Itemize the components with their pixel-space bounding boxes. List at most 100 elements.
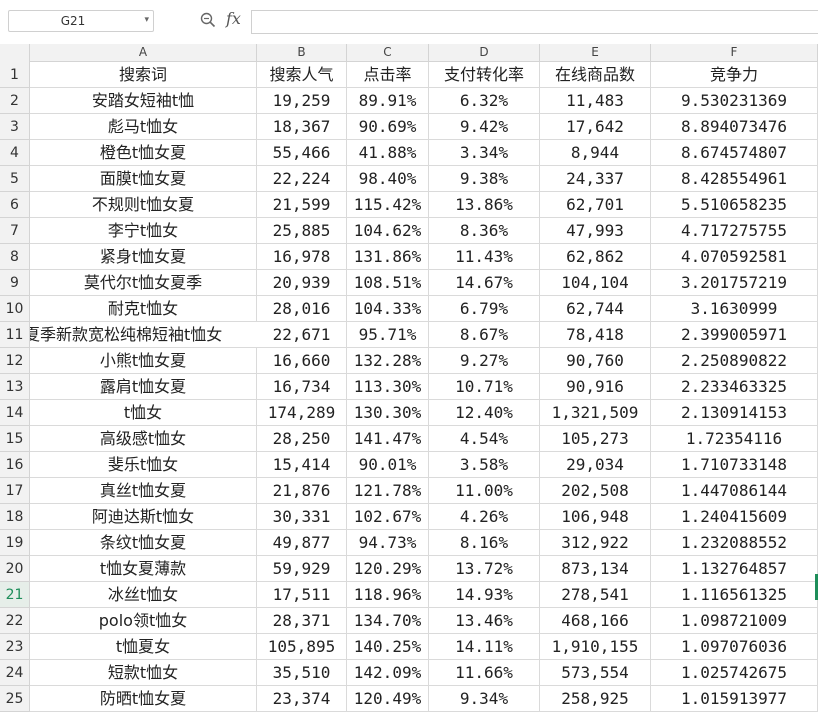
table-cell[interactable]: 莫代尔t恤女夏季 [30, 270, 257, 296]
header-cell[interactable]: 在线商品数 [540, 62, 651, 88]
table-cell[interactable]: 140.25% [347, 634, 429, 660]
table-cell[interactable]: 134.70% [347, 608, 429, 634]
table-cell[interactable]: 15,414 [257, 452, 347, 478]
table-cell[interactable]: 2.399005971 [651, 322, 818, 348]
table-cell[interactable]: 113.30% [347, 374, 429, 400]
table-cell[interactable]: 9.530231369 [651, 88, 818, 114]
select-all-corner[interactable] [0, 44, 30, 62]
table-cell[interactable]: 4.717275755 [651, 218, 818, 244]
table-cell[interactable]: 3.58% [429, 452, 540, 478]
table-cell[interactable]: 不规则t恤女夏 [30, 192, 257, 218]
row-header[interactable]: 24 [0, 660, 30, 686]
column-header-c[interactable]: C [347, 44, 429, 61]
table-cell[interactable]: polo领t恤女 [30, 608, 257, 634]
table-cell[interactable]: 13.86% [429, 192, 540, 218]
table-cell[interactable]: t恤夏女 [30, 634, 257, 660]
row-header[interactable]: 22 [0, 608, 30, 634]
table-cell[interactable]: 3.1630999 [651, 296, 818, 322]
table-cell[interactable]: 1.025742675 [651, 660, 818, 686]
header-cell[interactable]: 搜索词 [30, 62, 257, 88]
table-cell[interactable]: 18,367 [257, 114, 347, 140]
table-cell[interactable]: 28,250 [257, 426, 347, 452]
table-cell[interactable]: 30,331 [257, 504, 347, 530]
table-cell[interactable]: 105,273 [540, 426, 651, 452]
table-cell[interactable]: 104.62% [347, 218, 429, 244]
row-header[interactable]: 25 [0, 686, 30, 712]
table-cell[interactable]: 131.86% [347, 244, 429, 270]
table-cell[interactable]: 彪马t恤女 [30, 114, 257, 140]
table-cell[interactable]: 11.43% [429, 244, 540, 270]
table-cell[interactable]: 1.72354116 [651, 426, 818, 452]
table-cell[interactable]: 9.42% [429, 114, 540, 140]
table-cell[interactable]: 20,939 [257, 270, 347, 296]
table-cell[interactable]: 106,948 [540, 504, 651, 530]
table-cell[interactable]: 13.46% [429, 608, 540, 634]
table-cell[interactable]: 1.132764857 [651, 556, 818, 582]
row-header[interactable]: 14 [0, 400, 30, 426]
header-cell[interactable]: 点击率 [347, 62, 429, 88]
table-cell[interactable]: 104.33% [347, 296, 429, 322]
table-cell[interactable]: 258,925 [540, 686, 651, 712]
table-cell[interactable]: 130.30% [347, 400, 429, 426]
table-cell[interactable]: 8.36% [429, 218, 540, 244]
table-cell[interactable]: 6.32% [429, 88, 540, 114]
table-cell[interactable]: 4.54% [429, 426, 540, 452]
table-cell[interactable]: 102.67% [347, 504, 429, 530]
table-cell[interactable]: 94.73% [347, 530, 429, 556]
table-cell[interactable]: 小熊t恤女夏 [30, 348, 257, 374]
row-header[interactable]: 13 [0, 374, 30, 400]
table-cell[interactable]: 98.40% [347, 166, 429, 192]
table-cell[interactable]: 49,877 [257, 530, 347, 556]
row-header[interactable]: 9 [0, 270, 30, 296]
table-cell[interactable]: 1.232088552 [651, 530, 818, 556]
table-cell[interactable]: 14.93% [429, 582, 540, 608]
table-cell[interactable]: 132.28% [347, 348, 429, 374]
table-cell[interactable]: 25,885 [257, 218, 347, 244]
row-header[interactable]: 6 [0, 192, 30, 218]
column-header-e[interactable]: E [540, 44, 651, 61]
row-header[interactable]: 3 [0, 114, 30, 140]
column-header-b[interactable]: B [257, 44, 347, 61]
table-cell[interactable]: 23,374 [257, 686, 347, 712]
table-cell[interactable]: 李宁t恤女 [30, 218, 257, 244]
table-cell[interactable]: 90.01% [347, 452, 429, 478]
table-cell[interactable]: 142.09% [347, 660, 429, 686]
table-cell[interactable]: 22,224 [257, 166, 347, 192]
table-cell[interactable]: 120.49% [347, 686, 429, 712]
table-cell[interactable]: 9.38% [429, 166, 540, 192]
table-cell[interactable]: 13.72% [429, 556, 540, 582]
table-cell[interactable]: 121.78% [347, 478, 429, 504]
function-fx-icon[interactable]: fx [226, 9, 241, 28]
row-header[interactable]: 18 [0, 504, 30, 530]
table-cell[interactable]: 11.00% [429, 478, 540, 504]
table-cell[interactable]: 104,104 [540, 270, 651, 296]
row-header[interactable]: 7 [0, 218, 30, 244]
row-header[interactable]: 5 [0, 166, 30, 192]
table-cell[interactable]: 47,993 [540, 218, 651, 244]
table-cell[interactable]: 873,134 [540, 556, 651, 582]
table-cell[interactable]: 1.447086144 [651, 478, 818, 504]
table-cell[interactable]: 3.201757219 [651, 270, 818, 296]
table-cell[interactable]: 耐克t恤女 [30, 296, 257, 322]
chevron-down-icon[interactable]: ▾ [144, 15, 149, 25]
table-cell[interactable]: 4.26% [429, 504, 540, 530]
table-cell[interactable]: 10.71% [429, 374, 540, 400]
table-cell[interactable]: 1,910,155 [540, 634, 651, 660]
header-cell[interactable]: 搜索人气 [257, 62, 347, 88]
table-cell[interactable]: 8.428554961 [651, 166, 818, 192]
table-cell[interactable]: 斐乐t恤女 [30, 452, 257, 478]
table-cell[interactable]: 紧身t恤女夏 [30, 244, 257, 270]
table-cell[interactable]: t恤女 [30, 400, 257, 426]
table-cell[interactable]: 1.097076036 [651, 634, 818, 660]
table-cell[interactable]: 短款t恤女 [30, 660, 257, 686]
table-cell[interactable]: 1.015913977 [651, 686, 818, 712]
row-header[interactable]: 8 [0, 244, 30, 270]
table-cell[interactable]: 35,510 [257, 660, 347, 686]
table-cell[interactable]: 62,744 [540, 296, 651, 322]
formula-input[interactable] [251, 10, 818, 34]
table-cell[interactable]: 17,642 [540, 114, 651, 140]
table-cell[interactable]: 95.71% [347, 322, 429, 348]
table-cell[interactable]: 174,289 [257, 400, 347, 426]
column-header-f[interactable]: F [651, 44, 818, 61]
row-header[interactable]: 17 [0, 478, 30, 504]
